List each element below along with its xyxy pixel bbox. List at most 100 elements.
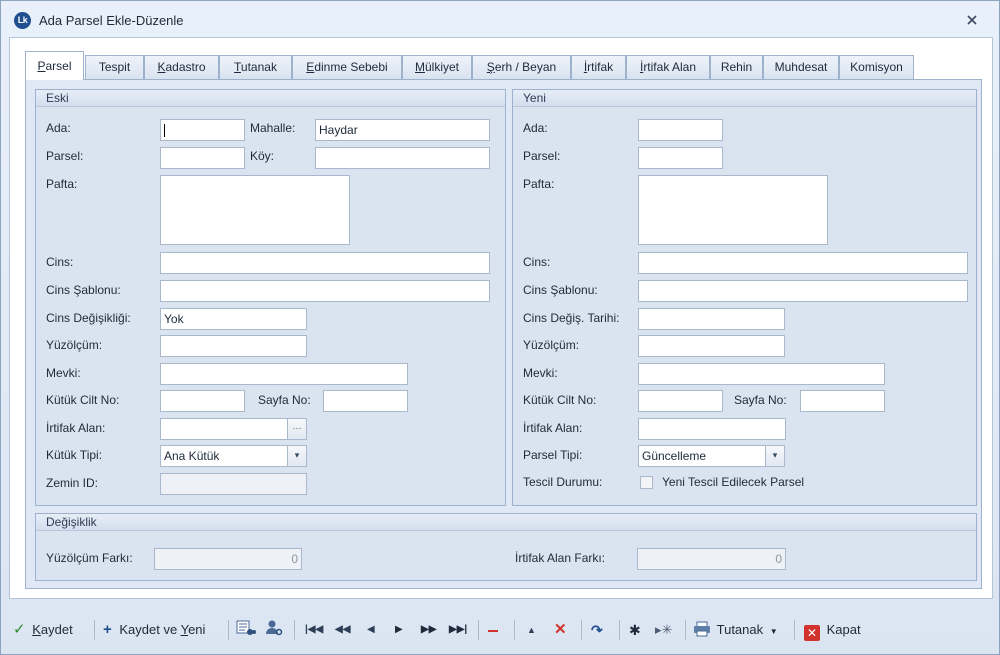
chevron-down-icon[interactable]: ▾ xyxy=(287,446,306,466)
tab-1[interactable]: Parsel xyxy=(25,51,84,80)
toolbar-separator xyxy=(94,620,95,640)
eski-mahalle-input[interactable]: Haydar xyxy=(315,119,490,141)
yeni-cins-sablonu-input[interactable] xyxy=(638,280,968,302)
tab-8[interactable]: İrtifak xyxy=(571,55,626,79)
tab-6[interactable]: Mülkiyet xyxy=(402,55,472,79)
tab-4[interactable]: Tutanak xyxy=(219,55,292,79)
delete-record-button[interactable] xyxy=(488,619,498,641)
yeni-kutuk-cilt-input[interactable] xyxy=(638,390,723,412)
eski-mevki-label: Mevki: xyxy=(46,366,81,380)
tab-12[interactable]: Komisyon xyxy=(839,55,914,79)
last-record-button[interactable]: ▶▶| xyxy=(449,619,467,641)
chevron-down-icon[interactable]: ▾ xyxy=(765,446,784,466)
eski-ada-label: Ada: xyxy=(46,121,71,135)
search-records-button[interactable] xyxy=(236,619,256,641)
group-yeni-title: Yeni xyxy=(513,90,976,107)
refresh-button[interactable]: ↷ xyxy=(591,619,603,641)
yeni-tescil-durumu-label: Tescil Durumu: xyxy=(523,475,603,489)
cancel-button[interactable]: ✕ xyxy=(554,619,567,641)
yeni-yuzolcum-input[interactable] xyxy=(638,335,785,357)
first-icon: |◀◀ xyxy=(305,624,324,635)
find-person-button[interactable] xyxy=(264,619,284,641)
ellipsis-button[interactable]: ··· xyxy=(287,419,306,439)
select-next-button[interactable]: ▸✳ xyxy=(655,619,672,641)
eski-kutuk-tipi-select[interactable]: Ana Kütük ▾ xyxy=(160,445,307,467)
tab-2[interactable]: Tespit xyxy=(85,55,144,79)
eski-pafta-textarea[interactable] xyxy=(160,175,350,245)
eski-zemin-input xyxy=(160,473,307,495)
prev-page-button[interactable]: ◀◀ xyxy=(335,619,350,641)
first-record-button[interactable]: |◀◀ xyxy=(305,619,323,641)
tutanak-dropdown-button[interactable]: Tutanak ▼ xyxy=(693,619,778,641)
eski-cins-label: Cins: xyxy=(46,255,74,269)
next-record-button[interactable]: ▶ xyxy=(395,619,403,641)
yeni-irtifak-alan-input[interactable] xyxy=(638,418,786,440)
save-button[interactable]: ✓ Kaydet xyxy=(13,619,73,641)
toolbar-separator xyxy=(514,620,515,640)
eski-yuzolcum-input[interactable] xyxy=(160,335,307,357)
yeni-mevki-input[interactable] xyxy=(638,363,885,385)
toolbar-separator xyxy=(794,620,795,640)
triangle-up-icon: ▲ xyxy=(527,625,536,635)
eski-koy-label: Köy: xyxy=(250,149,275,163)
tab-9[interactable]: İrtifak Alan xyxy=(626,55,710,79)
prev-icon: ◀ xyxy=(367,624,375,635)
rewind-icon: ◀◀ xyxy=(335,624,351,635)
eski-mahalle-label: Mahalle: xyxy=(250,121,296,135)
eski-koy-input[interactable] xyxy=(315,147,490,169)
toolbar-separator xyxy=(619,620,620,640)
yeni-pafta-textarea[interactable] xyxy=(638,175,828,245)
eski-cins-sablonu-input[interactable] xyxy=(160,280,490,302)
prev-record-button[interactable]: ◀ xyxy=(367,619,375,641)
tab-3[interactable]: Kadastro xyxy=(144,55,219,79)
group-eski-title: Eski xyxy=(36,90,505,107)
close-button[interactable]: ✕ Kapat xyxy=(804,619,861,641)
select-all-button[interactable]: ✱ xyxy=(629,619,641,641)
group-eski: Eski Ada: Mahalle: Haydar Parsel: Köy: P… xyxy=(35,89,506,506)
group-yeni: Yeni Ada: Parsel: Pafta: Cins: Cins Şabl… xyxy=(512,89,977,506)
eski-sayfa-input[interactable] xyxy=(323,390,408,412)
group-degisiklik: Değişiklik Yüzölçüm Farkı: 0 İrtifak Ala… xyxy=(35,513,977,581)
eski-yuzolcum-label: Yüzölçüm: xyxy=(46,338,103,352)
yeni-ada-input[interactable] xyxy=(638,119,723,141)
yeni-parsel-tipi-label: Parsel Tipi: xyxy=(523,448,583,462)
tab-10[interactable]: Rehin xyxy=(710,55,763,79)
save-and-new-button[interactable]: + Kaydet ve Yeni xyxy=(103,619,205,641)
eski-mevki-input[interactable] xyxy=(160,363,408,385)
yeni-pafta-label: Pafta: xyxy=(523,177,555,191)
tescil-checkbox[interactable] xyxy=(640,476,653,489)
fast-forward-icon: ▶▶ xyxy=(421,624,437,635)
eski-parsel-label: Parsel: xyxy=(46,149,84,163)
yeni-sayfa-input[interactable] xyxy=(800,390,885,412)
yeni-cins-degis-tarihi-input[interactable] xyxy=(638,308,785,330)
tab-7[interactable]: Şerh / Beyan xyxy=(472,55,571,79)
printer-icon xyxy=(694,621,710,637)
yeni-sayfa-label: Sayfa No: xyxy=(734,393,787,407)
tescil-checkbox-label[interactable]: Yeni Tescil Edilecek Parsel xyxy=(662,475,804,489)
eski-irtifak-alan-input[interactable]: ··· xyxy=(160,418,307,440)
next-page-button[interactable]: ▶▶ xyxy=(421,619,436,641)
close-icon[interactable] xyxy=(966,14,978,26)
yeni-parsel-tipi-select[interactable]: Güncelleme ▾ xyxy=(638,445,785,467)
yeni-cins-label: Cins: xyxy=(523,255,551,269)
tab-11[interactable]: Muhdesat xyxy=(763,55,839,79)
eski-kutuk-cilt-label: Kütük Cilt No: xyxy=(46,393,120,407)
yeni-cins-degis-tarihi-label: Cins Değiş. Tarihi: xyxy=(523,311,620,325)
yeni-parsel-input[interactable] xyxy=(638,147,723,169)
eski-kutuk-cilt-input[interactable] xyxy=(160,390,245,412)
move-up-button[interactable]: ▲ xyxy=(527,619,536,641)
yeni-yuzolcum-label: Yüzölçüm: xyxy=(523,338,580,352)
eski-pafta-label: Pafta: xyxy=(46,177,78,191)
eski-ada-input[interactable] xyxy=(160,119,245,141)
yeni-irtifak-alan-label: İrtifak Alan: xyxy=(523,421,583,435)
tab-5[interactable]: Edinme Sebebi xyxy=(292,55,402,79)
title-bar: Lk Ada Parsel Ekle-Düzenle xyxy=(1,1,999,37)
yeni-parsel-label: Parsel: xyxy=(523,149,561,163)
user-search-icon xyxy=(266,620,283,636)
eski-cins-degisikligi-input[interactable]: Yok xyxy=(160,308,307,330)
plus-icon: + xyxy=(103,621,112,638)
eski-parsel-input[interactable] xyxy=(160,147,245,169)
yeni-cins-input[interactable] xyxy=(638,252,968,274)
eski-cins-input[interactable] xyxy=(160,252,490,274)
toolbar-separator xyxy=(685,620,686,640)
